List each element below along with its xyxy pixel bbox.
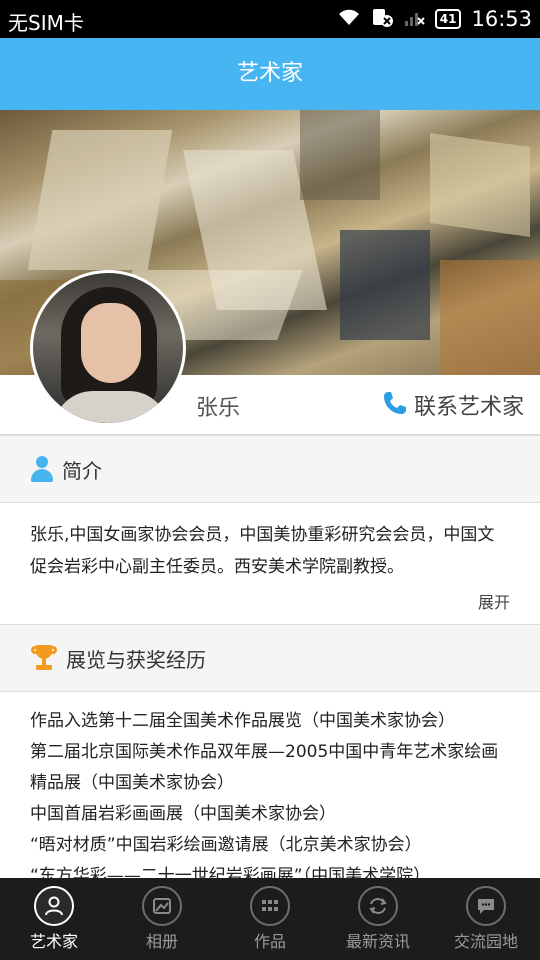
status-icons: 41 16:53 [337,5,532,33]
sim-error-icon [371,7,393,32]
carrier-label: 无SIM卡 [8,11,84,35]
trophy-icon [30,644,58,672]
refresh-icon [358,886,398,926]
tab-community[interactable]: 交流园地 [432,878,540,960]
phone-icon [382,390,408,421]
bottom-tab-bar: 艺术家 相册 作品 最新资讯 交流园地 [0,878,540,960]
tab-label: 交流园地 [453,932,518,951]
tab-news[interactable]: 最新资讯 [324,878,432,960]
artist-avatar [30,270,186,426]
tab-label: 最新资讯 [345,932,410,951]
intro-section-body: 张乐,中国女画家协会会员，中国美协重彩研究会会员，中国文促会岩彩中心副主任委员。… [0,503,540,624]
intro-text: 张乐,中国女画家协会会员，中国美协重彩研究会会员，中国文促会岩彩中心副主任委员。… [30,525,495,577]
person-icon [34,886,74,926]
tab-label: 相册 [145,932,178,951]
exhibition-item: 中国首届岩彩画画展（中国美术家协会） [30,804,336,824]
signal-icon [403,7,425,32]
chat-icon [466,886,506,926]
tab-label: 作品 [253,932,286,951]
intro-title: 简介 [62,458,102,483]
tab-works[interactable]: 作品 [216,878,324,960]
user-icon [30,456,54,482]
exhibition-item: 作品入选第十二届全国美术作品展览（中国美术家协会） [30,711,455,731]
wifi-icon [337,7,361,32]
tab-album[interactable]: 相册 [108,878,216,960]
page-title: 艺术家 [0,38,540,110]
exhibitions-section-header: 展览与获奖经历 [0,624,540,692]
contact-artist-label: 联系艺术家 [413,395,524,420]
tab-artist[interactable]: 艺术家 [0,878,108,960]
clock: 16:53 [471,7,532,31]
grid-icon [250,886,290,926]
expand-button[interactable]: 展开 [30,589,510,613]
contact-artist-button[interactable]: 联系艺术家 [382,389,524,421]
artist-name: 张乐 [196,396,241,421]
exhibition-item: “晤对材质”中国岩彩绘画邀请展（北京美术家协会） [30,835,422,855]
intro-section-header: 简介 [0,435,540,503]
tab-label: 艺术家 [29,932,78,951]
exhibition-item: “东方华彩——二十一世纪岩彩画展”（中国美术学院） [30,866,431,878]
exhibitions-list: 作品入选第十二届全国美术作品展览（中国美术家协会） 第二届北京国际美术作品双年展… [0,692,540,878]
status-bar: 无SIM卡 41 16:53 [0,0,540,38]
battery-icon: 41 [434,9,462,29]
exhibition-item: 第二届北京国际美术作品双年展—2005中国中青年艺术家绘画精品展（中国美术家协会… [30,742,499,793]
album-icon [142,886,182,926]
exhibitions-title: 展览与获奖经历 [66,647,206,672]
